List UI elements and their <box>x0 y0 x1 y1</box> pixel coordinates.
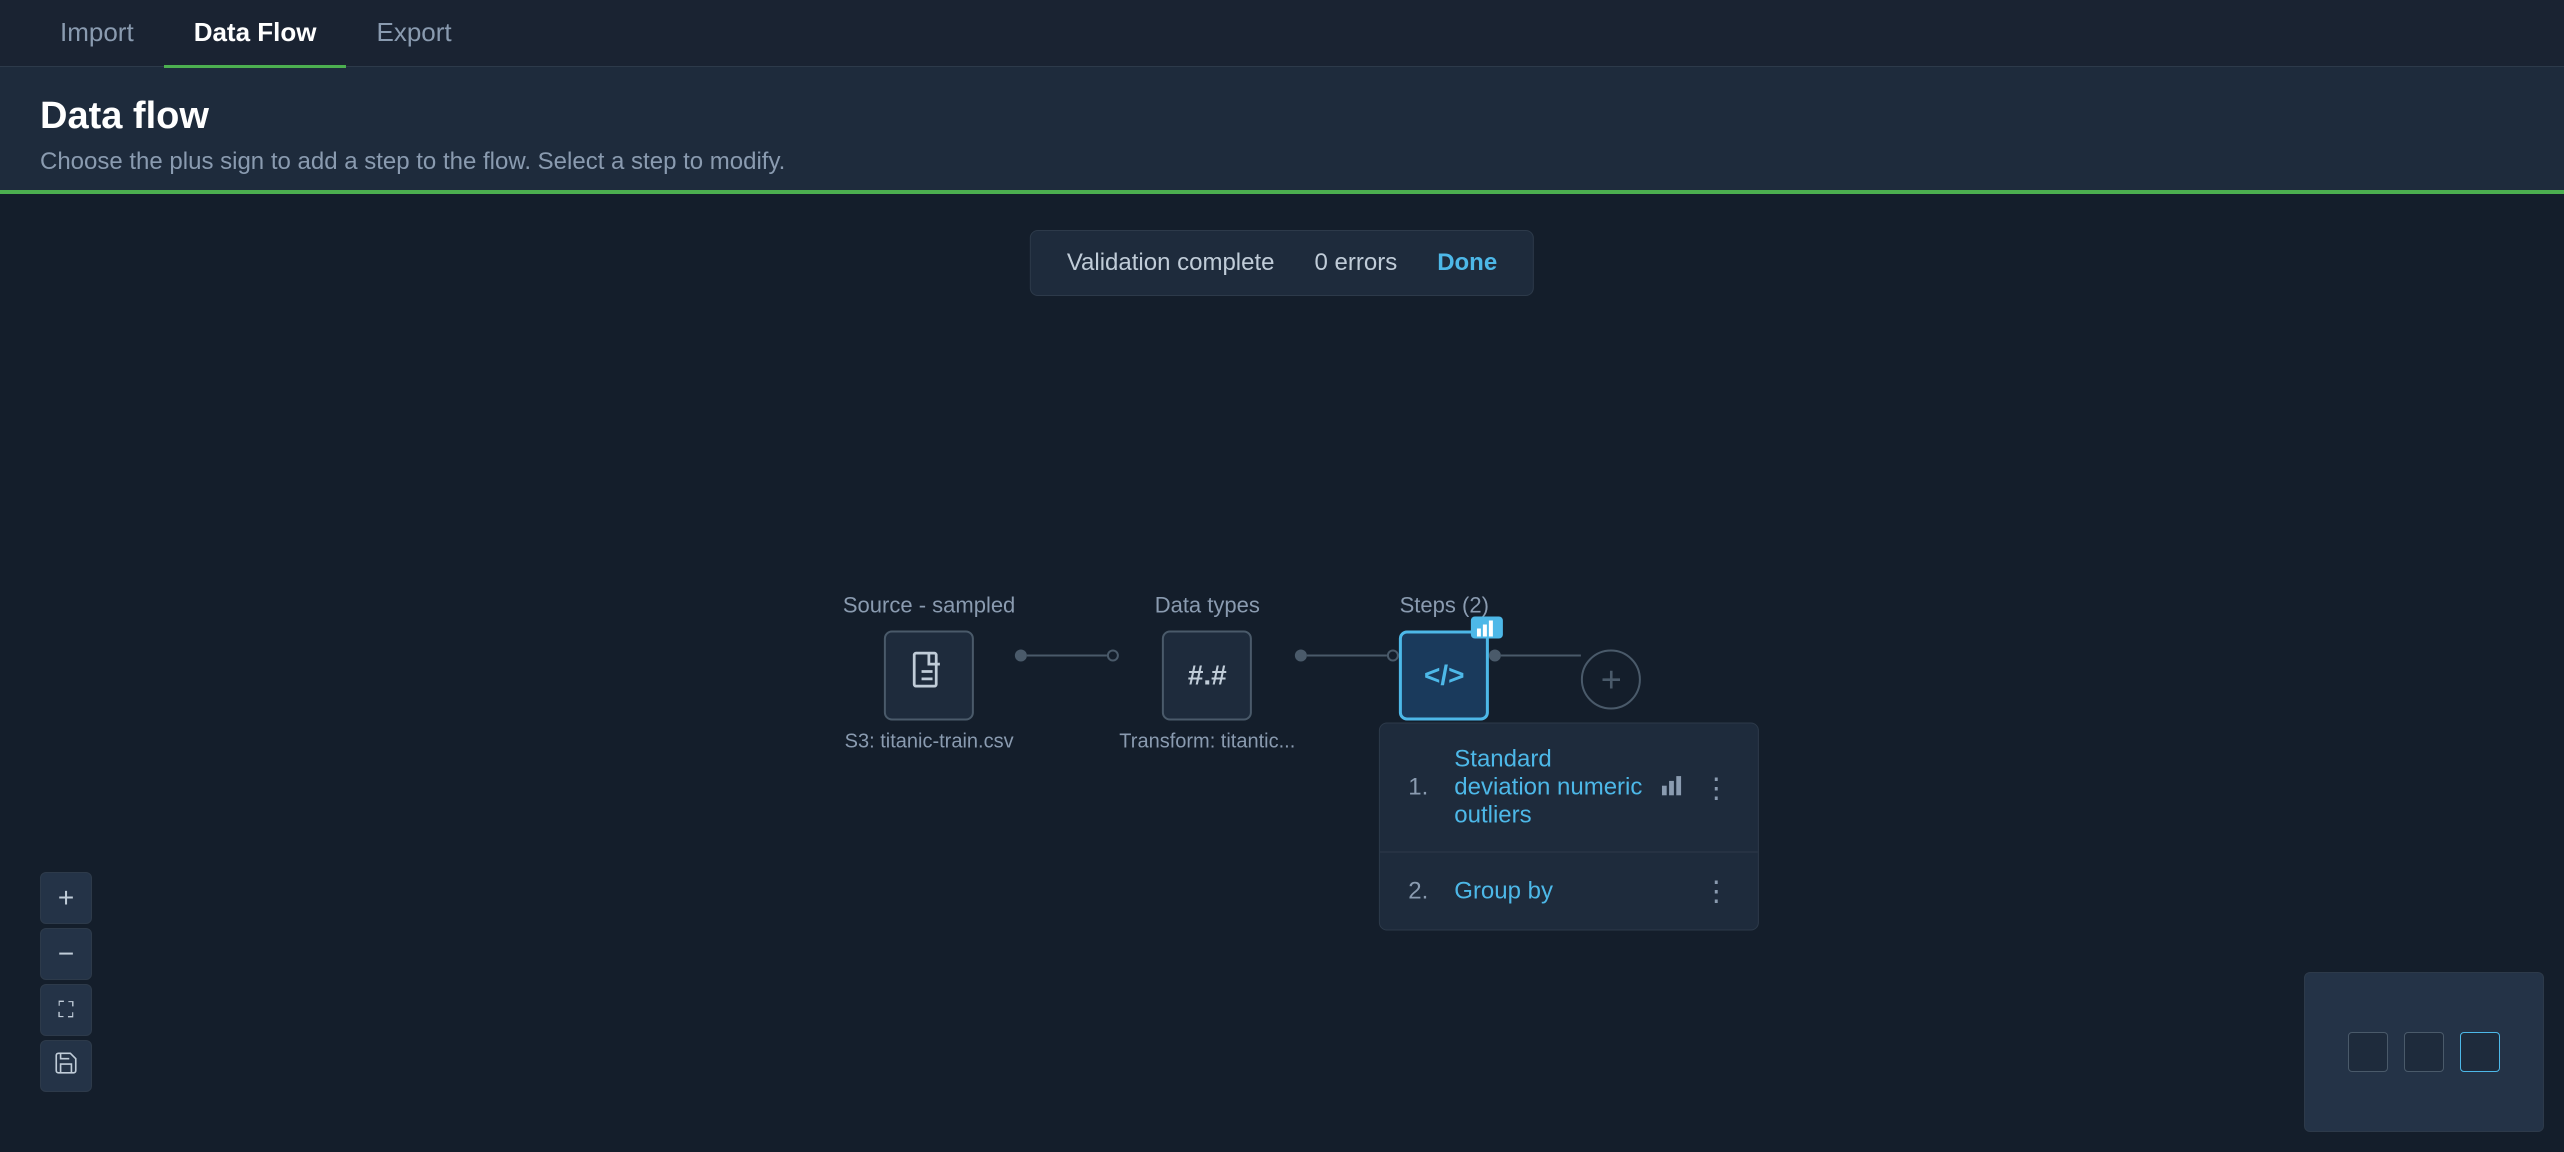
source-node-group: Source - sampled S3: titanic-train.csv <box>843 593 1015 754</box>
page-title: Data flow <box>40 95 2524 138</box>
datatypes-node-icon: #.# <box>1188 660 1227 692</box>
tab-import-label: Import <box>60 17 134 48</box>
tab-export[interactable]: Export <box>346 1 481 68</box>
validation-text: Validation complete <box>1067 249 1275 277</box>
step-1-number: 1. <box>1408 774 1438 802</box>
source-node-label: Source - sampled <box>843 593 1015 619</box>
connector-dot-open-2 <box>1387 650 1399 662</box>
zoom-out-icon: − <box>58 938 74 970</box>
connector-line-3 <box>1501 655 1581 657</box>
save-button[interactable] <box>40 1040 92 1092</box>
zoom-in-button[interactable]: + <box>40 872 92 924</box>
fit-view-button[interactable]: ⛶ <box>40 984 92 1036</box>
source-node-box[interactable] <box>884 631 974 721</box>
connector-line-1 <box>1027 655 1107 657</box>
steps-node-wrapper: </> <box>1399 631 1489 721</box>
tab-import[interactable]: Import <box>30 1 164 68</box>
datatypes-node-label: Data types <box>1155 593 1260 619</box>
step-2-menu[interactable]: ⋮ <box>1702 875 1730 908</box>
mini-map-node-3 <box>2460 1032 2500 1072</box>
page-header: Data flow Choose the plus sign to add a … <box>0 67 2564 190</box>
tab-data-flow-label: Data Flow <box>194 17 317 48</box>
zoom-controls: + − ⛶ <box>40 872 92 1092</box>
fit-icon: ⛶ <box>58 997 73 1023</box>
step-1-chart-icon <box>1662 773 1686 802</box>
datatypes-node-box[interactable]: #.# <box>1162 631 1252 721</box>
step-2-item[interactable]: 2. Group by ⋮ <box>1380 853 1758 930</box>
connector-2 <box>1295 593 1399 662</box>
step-1-item[interactable]: 1. Standard deviation numeric outliers ⋮ <box>1380 724 1758 853</box>
source-node-sublabel: S3: titanic-train.csv <box>845 731 1014 754</box>
save-icon <box>53 1050 79 1083</box>
connector-line-2 <box>1307 655 1387 657</box>
steps-node-icon: </> <box>1424 660 1464 692</box>
validation-errors: 0 errors <box>1315 249 1398 277</box>
validation-banner: Validation complete 0 errors Done <box>1030 230 1534 296</box>
validation-done-button[interactable]: Done <box>1437 249 1497 277</box>
connector-dot-3 <box>1489 650 1501 662</box>
source-node-icon <box>907 650 951 702</box>
steps-popup: 1. Standard deviation numeric outliers ⋮… <box>1379 723 1759 931</box>
steps-node-box[interactable]: </> <box>1399 631 1489 721</box>
connector-dot-open-1 <box>1107 650 1119 662</box>
datatypes-node-sublabel: Transform: titantic... <box>1119 731 1295 754</box>
plus-button-wrapper: + <box>1581 593 1641 710</box>
step-1-name[interactable]: Standard deviation numeric outliers <box>1454 746 1646 830</box>
steps-node-group: Steps (2) </> 1. <box>1399 593 1489 721</box>
flow-diagram: Source - sampled S3: titanic-train.csv <box>843 593 1641 754</box>
connector-dot-1 <box>1015 650 1027 662</box>
mini-map-node-1 <box>2348 1032 2388 1072</box>
zoom-in-icon: + <box>58 882 74 914</box>
step-1-menu[interactable]: ⋮ <box>1702 771 1730 804</box>
datatypes-node-group: Data types #.# Transform: titantic... <box>1119 593 1295 754</box>
connector-3 <box>1489 593 1581 662</box>
zoom-out-button[interactable]: − <box>40 928 92 980</box>
top-navigation: Import Data Flow Export <box>0 0 2564 67</box>
mini-map-node-2 <box>2404 1032 2444 1072</box>
add-step-button[interactable]: + <box>1581 650 1641 710</box>
tab-export-label: Export <box>376 17 451 48</box>
canvas-area: Validation complete 0 errors Done Source… <box>0 194 2564 1152</box>
step-2-name[interactable]: Group by <box>1454 877 1686 905</box>
steps-node-badge <box>1471 617 1503 639</box>
page-subtitle: Choose the plus sign to add a step to th… <box>40 148 2524 176</box>
connector-dot-2 <box>1295 650 1307 662</box>
tab-data-flow[interactable]: Data Flow <box>164 1 347 68</box>
steps-node-label: Steps (2) <box>1400 593 1489 619</box>
connector-1 <box>1015 593 1119 662</box>
mini-map <box>2304 972 2544 1132</box>
step-2-number: 2. <box>1408 877 1438 905</box>
